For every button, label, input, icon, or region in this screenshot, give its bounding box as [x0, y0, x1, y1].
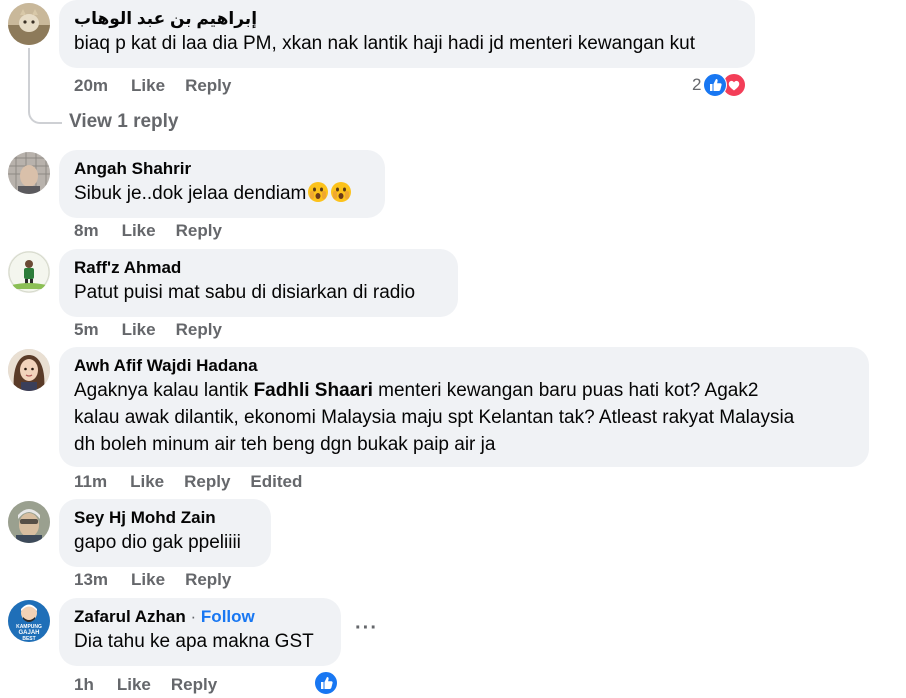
comment-actions: 13m Like Reply [74, 570, 251, 590]
comment-timestamp[interactable]: 11m [74, 472, 107, 492]
like-icon [314, 671, 338, 695]
more-options-button[interactable]: ··· [355, 617, 378, 640]
like-icon [703, 73, 728, 97]
like-button[interactable]: Like [117, 675, 151, 695]
reply-thread-line [28, 48, 62, 124]
reply-button[interactable]: Reply [176, 320, 222, 340]
comment-bubble: Awh Afif Wajdi Hadana Agaknya kalau lant… [59, 347, 869, 467]
avatar[interactable] [8, 152, 50, 194]
comment-text: Sibuk je..dok jelaa dendiam [74, 180, 370, 207]
astonished-face-icon [307, 181, 329, 203]
comment-author[interactable]: Angah Shahrir [74, 158, 370, 180]
comment-actions: 5m Like Reply [74, 320, 242, 340]
edited-label[interactable]: Edited [250, 472, 302, 492]
comment-text: Dia tahu ke apa makna GST [74, 631, 314, 652]
comment-author[interactable]: Awh Afif Wajdi Hadana [74, 355, 854, 377]
comment-text: Patut puisi mat sabu di disiarkan di rad… [74, 282, 416, 303]
avatar[interactable] [8, 251, 50, 293]
comment-text: biaq p kat di laa dia PM, xkan nak lanti… [74, 33, 696, 54]
reply-button[interactable]: Reply [171, 675, 217, 695]
reply-button[interactable]: Reply [185, 570, 231, 590]
comment-actions: 11m Like Reply Edited [74, 472, 322, 492]
reply-button[interactable]: Reply [185, 76, 231, 96]
comments-section: إبراهيم بن عبد الوهاب biaq p kat di laa … [0, 0, 906, 698]
reply-button[interactable]: Reply [184, 472, 230, 492]
separator-dot: · [190, 607, 197, 626]
like-button[interactable]: Like [122, 320, 156, 340]
comment-bubble: إبراهيم بن عبد الوهاب biaq p kat di laa … [59, 0, 755, 68]
like-button[interactable]: Like [130, 472, 164, 492]
avatar[interactable] [8, 501, 50, 543]
like-button[interactable]: Like [131, 570, 165, 590]
comment-timestamp[interactable]: 20m [74, 76, 108, 96]
comment-text: Agaknya kalau lantik Fadhli Shaari mente… [74, 380, 759, 401]
avatar-text: BEST [22, 636, 35, 642]
comment-author[interactable]: Zafarul Azhan [74, 607, 186, 626]
comment-bubble: Zafarul Azhan · Follow Dia tahu ke apa m… [59, 598, 341, 666]
comment-timestamp[interactable]: 5m [74, 320, 99, 340]
comment-timestamp[interactable]: 1h [74, 675, 94, 695]
comment-text-line: kalau awak dilantik, ekonomi Malaysia ma… [74, 407, 795, 428]
comment-text-line: dh boleh minum air teh beng dgn bukak pa… [74, 434, 496, 455]
comment-timestamp[interactable]: 8m [74, 221, 99, 241]
like-button[interactable]: Like [131, 76, 165, 96]
comment-bubble: Sey Hj Mohd Zain gapo dio gak ppeliiii [59, 499, 271, 567]
reaction-count: 2 [692, 75, 702, 94]
comment-actions: 20m Like Reply [74, 76, 251, 96]
comment-author-row: Zafarul Azhan · Follow [74, 606, 326, 628]
avatar[interactable] [8, 349, 50, 391]
reply-button[interactable]: Reply [176, 221, 222, 241]
comment-author[interactable]: Sey Hj Mohd Zain [74, 507, 256, 529]
comment-actions: 8m Like Reply [74, 221, 242, 241]
avatar[interactable] [8, 3, 50, 45]
like-button[interactable]: Like [122, 221, 156, 241]
comment-author[interactable]: Raff'z Ahmad [74, 257, 443, 279]
astonished-face-icon [330, 181, 352, 203]
comment-author[interactable]: إبراهيم بن عبد الوهاب [74, 8, 740, 30]
mentioned-name-link[interactable]: Fadhli Shaari [254, 380, 373, 401]
comment-actions: 1h Like Reply [74, 675, 237, 695]
comment-bubble: Angah Shahrir Sibuk je..dok jelaa dendia… [59, 150, 385, 218]
comment-text: gapo dio gak ppeliiii [74, 532, 241, 553]
reaction-summary[interactable] [314, 671, 338, 695]
comment-bubble: Raff'z Ahmad Patut puisi mat sabu di dis… [59, 249, 458, 317]
comment-timestamp[interactable]: 13m [74, 570, 108, 590]
view-replies-link[interactable]: View 1 reply [69, 111, 179, 133]
avatar[interactable]: KAMPUNG GAJAH BEST [8, 600, 50, 642]
reaction-summary[interactable]: 2 [692, 73, 747, 97]
follow-button[interactable]: Follow [201, 607, 255, 626]
